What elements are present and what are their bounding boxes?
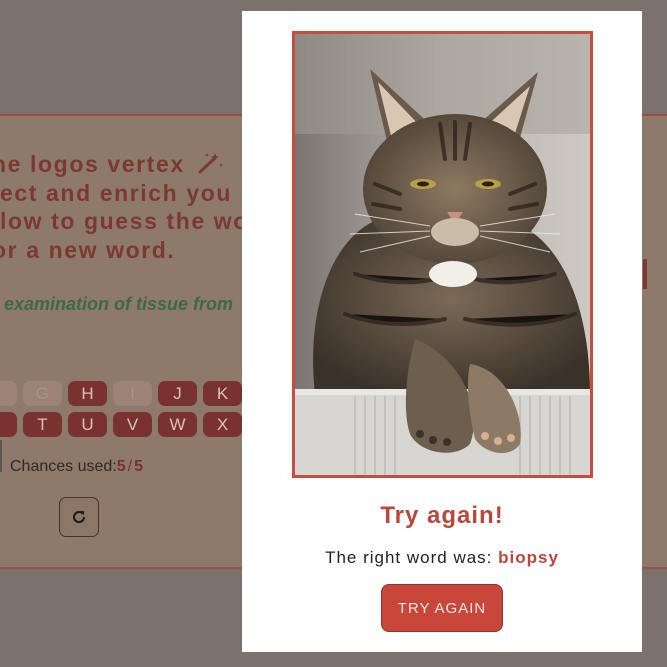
divider bbox=[0, 440, 2, 472]
word-hint: examination of tissue from bbox=[4, 294, 234, 314]
cat-photo bbox=[295, 34, 590, 475]
try-again-button[interactable]: TRY AGAIN bbox=[381, 584, 503, 632]
heading-line-1: he logos vertex bbox=[0, 151, 185, 177]
key-j[interactable]: J bbox=[158, 381, 197, 406]
result-image bbox=[292, 31, 593, 478]
key-x[interactable]: X bbox=[203, 412, 242, 437]
result-title: Try again! bbox=[380, 502, 504, 529]
heading-line-4: or a new word. bbox=[0, 236, 176, 263]
key-w[interactable]: W bbox=[158, 412, 197, 437]
chances-counter: Chances used:5/5 bbox=[10, 458, 143, 476]
chances-label: Chances used: bbox=[10, 458, 117, 475]
card-edge-marker bbox=[643, 259, 647, 289]
chances-used: 5 bbox=[116, 458, 126, 475]
key-i[interactable]: I bbox=[113, 381, 152, 406]
answer-label: The right word was: bbox=[325, 548, 493, 567]
key[interactable] bbox=[0, 381, 17, 406]
heading-line-2: lect and enrich you bbox=[0, 179, 233, 206]
answer-word: biopsy bbox=[498, 548, 559, 567]
chances-total: 5 bbox=[134, 458, 143, 475]
key-t[interactable]: T bbox=[23, 412, 62, 437]
game-heading: he logos vertex lect and enrich you llow… bbox=[0, 150, 249, 264]
key-k[interactable]: K bbox=[203, 381, 242, 406]
magic-wand-icon bbox=[198, 153, 223, 174]
key[interactable] bbox=[0, 412, 17, 437]
key-u[interactable]: U bbox=[68, 412, 107, 437]
key-v[interactable]: V bbox=[113, 412, 152, 437]
heading-line-3: llow to guess the wo bbox=[0, 208, 249, 234]
result-modal: Try again! The right word was: biopsy TR… bbox=[242, 11, 642, 652]
reset-button[interactable] bbox=[59, 497, 99, 537]
key-h[interactable]: H bbox=[68, 381, 107, 406]
chances-separator: / bbox=[127, 458, 133, 475]
key-g[interactable]: G bbox=[23, 381, 62, 406]
refresh-icon bbox=[73, 510, 86, 523]
answer-reveal: The right word was: biopsy bbox=[242, 548, 642, 568]
